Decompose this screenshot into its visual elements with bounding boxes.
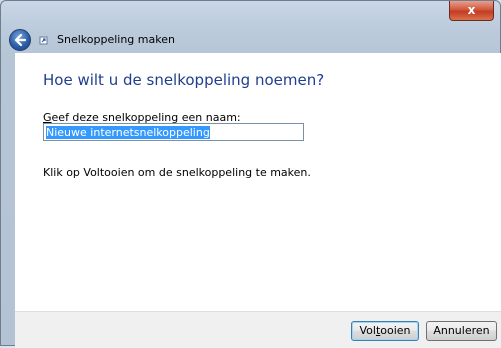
- finish-label-post[interactable]: ooien: [380, 324, 410, 337]
- shortcut-icon: [39, 36, 48, 45]
- back-arrow-icon: [14, 34, 26, 46]
- shortcut-name-value[interactable]: Nieuwe internetsnelkoppeling: [46, 126, 210, 139]
- page-heading: Hoe wilt u de snelkoppeling noemen?: [43, 71, 325, 89]
- cancel-button[interactable]: Annuleren: [426, 321, 497, 341]
- close-button[interactable]: x: [449, 1, 494, 21]
- finish-button[interactable]: Voltooien: [351, 321, 419, 341]
- wizard-footer: Voltooien Annuleren: [15, 311, 501, 348]
- finish-label-pre[interactable]: Vol: [359, 324, 375, 337]
- wizard-content: Hoe wilt u de snelkoppeling noemen? Geef…: [15, 53, 501, 311]
- shortcut-name-input[interactable]: Nieuwe internetsnelkoppeling: [43, 123, 304, 141]
- shortcut-wizard-window: x Snelkoppeling maken Hoe wilt u de snel…: [0, 0, 501, 348]
- instruction-text: Klik op Voltooien om de snelkoppeling te…: [43, 166, 311, 179]
- window-title: Snelkoppeling maken: [57, 33, 175, 46]
- close-icon[interactable]: x: [468, 3, 476, 17]
- back-button[interactable]: [9, 29, 31, 51]
- title-bar: x Snelkoppeling maken: [1, 1, 500, 53]
